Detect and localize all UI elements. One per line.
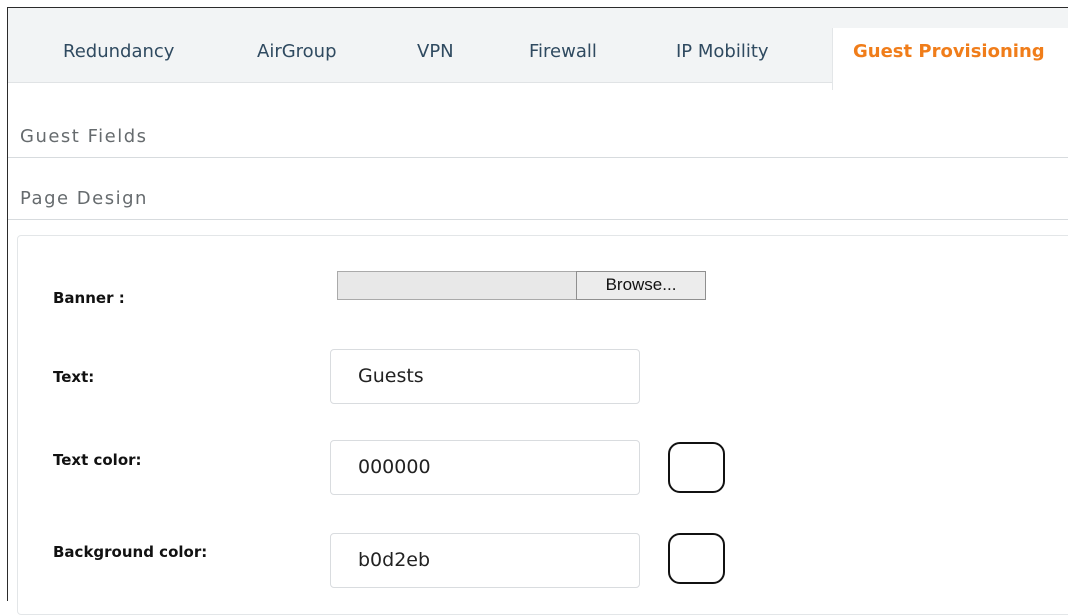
section-page-design[interactable]: Page Design [8, 172, 1068, 220]
text-color-swatch[interactable] [668, 442, 725, 493]
tab-bar: Redundancy AirGroup VPN Firewall IP Mobi… [8, 8, 1068, 90]
text-input[interactable]: Guests [330, 349, 640, 404]
banner-label: Banner : [53, 289, 125, 307]
banner-file-input[interactable]: Browse... [337, 271, 706, 300]
tab-vpn[interactable]: VPN [417, 41, 454, 62]
tab-guest-provisioning[interactable]: Guest Provisioning [832, 28, 1068, 90]
section-guest-fields[interactable]: Guest Fields [8, 110, 1068, 158]
tab-firewall[interactable]: Firewall [529, 41, 597, 62]
text-color-input[interactable]: 000000 [330, 440, 640, 495]
section-guest-fields-title: Guest Fields [20, 126, 148, 147]
tab-airgroup[interactable]: AirGroup [257, 41, 337, 62]
section-page-design-title: Page Design [20, 188, 148, 209]
tab-redundancy[interactable]: Redundancy [63, 41, 174, 62]
text-label: Text: [53, 368, 95, 386]
background-color-label: Background color: [53, 543, 208, 561]
banner-file-path [337, 271, 576, 300]
browse-button[interactable]: Browse... [576, 271, 706, 300]
tab-ip-mobility[interactable]: IP Mobility [676, 41, 769, 62]
background-color-swatch[interactable] [668, 533, 725, 584]
text-color-label: Text color: [53, 451, 142, 469]
background-color-input[interactable]: b0d2eb [330, 533, 640, 588]
